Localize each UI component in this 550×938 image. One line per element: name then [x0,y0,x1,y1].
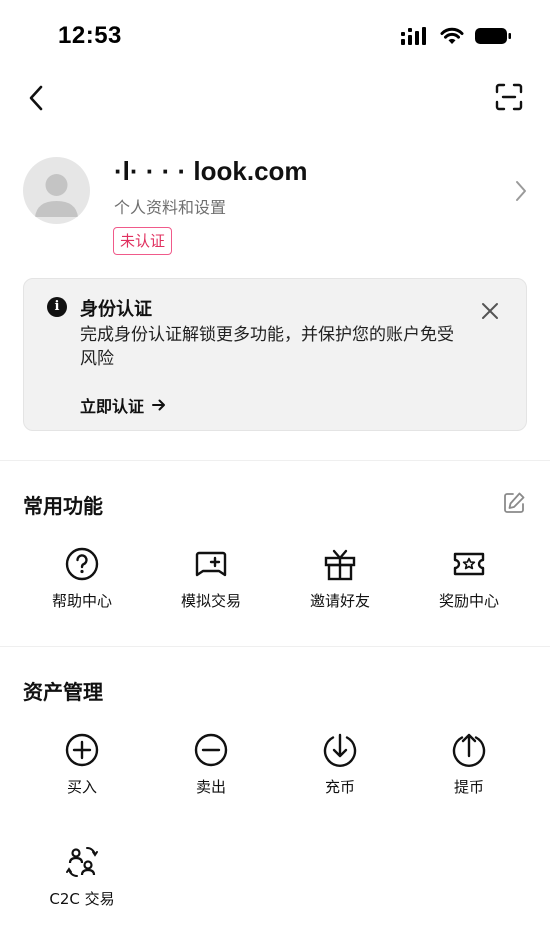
gift-icon [324,549,356,581]
grid-label: C2C 交易 [49,890,115,908]
status-icons [400,26,512,46]
section-divider [0,646,550,647]
battery-icon [475,28,511,44]
arrow-right-icon [152,399,166,411]
profile-row[interactable]: ·l· · · · look.com 个人资料和设置 未认证 [0,150,550,260]
wifi-icon [440,27,464,44]
grid-label: 提币 [453,778,484,796]
grid-label: 模拟交易 [180,592,241,610]
verification-badge: 未认证 [113,227,173,255]
common-functions-title: 常用功能 [23,494,103,518]
signal-icon [401,27,426,45]
identity-verification-card: i 身份认证 完成身份认证解锁更多功能，并保护您的账户免受风险 立即认证 [23,278,527,431]
nav-bar [0,78,550,118]
rewards-center-button[interactable]: 奖励中心 [409,546,529,611]
scan-icon [495,83,523,111]
sell-button[interactable]: 卖出 [151,732,271,797]
asset-management-title: 资产管理 [23,680,103,704]
minus-circle-icon [194,733,228,767]
back-button[interactable] [22,82,50,114]
help-circle-icon [65,547,99,581]
grid-label: 卖出 [195,778,226,796]
withdraw-icon [452,733,486,767]
help-center-button[interactable]: 帮助中心 [22,546,142,611]
edit-icon[interactable] [502,491,526,515]
info-icon: i [47,297,67,317]
withdraw-button[interactable]: 提币 [409,732,529,797]
invite-friends-button[interactable]: 邀请好友 [280,546,400,611]
kyc-title: 身份认证 [80,299,152,320]
close-icon[interactable] [480,301,500,321]
grid-label: 帮助中心 [51,592,112,610]
ticket-star-icon [453,552,485,576]
demo-trading-button[interactable]: 模拟交易 [151,546,271,611]
verify-now-link[interactable]: 立即认证 [80,393,166,417]
chevron-left-icon [29,85,43,111]
grid-label: 邀请好友 [309,592,370,610]
c2c-trading-button[interactable]: C2C 交易 [22,844,142,909]
status-bar: 12:53 [0,0,550,70]
grid-label: 奖励中心 [438,592,499,610]
scan-button[interactable] [494,82,524,112]
c2c-users-icon [66,846,98,878]
account-email: ·l· · · · look.com [114,156,308,186]
section-divider [0,460,550,461]
grid-label: 买入 [66,778,97,796]
chevron-right-icon [516,181,526,201]
grid-label: 充币 [324,778,355,796]
profile-settings-label: 个人资料和设置 [114,198,227,217]
deposit-button[interactable]: 充币 [280,732,400,797]
buy-button[interactable]: 买入 [22,732,142,797]
verify-now-label: 立即认证 [80,397,145,416]
gamepad-icon [195,551,227,577]
avatar [23,157,90,224]
status-time: 12:53 [58,22,122,49]
kyc-description: 完成身份认证解锁更多功能，并保护您的账户免受风险 [80,325,454,369]
plus-circle-icon [65,733,99,767]
deposit-icon [323,733,357,767]
user-avatar-icon [35,174,78,217]
